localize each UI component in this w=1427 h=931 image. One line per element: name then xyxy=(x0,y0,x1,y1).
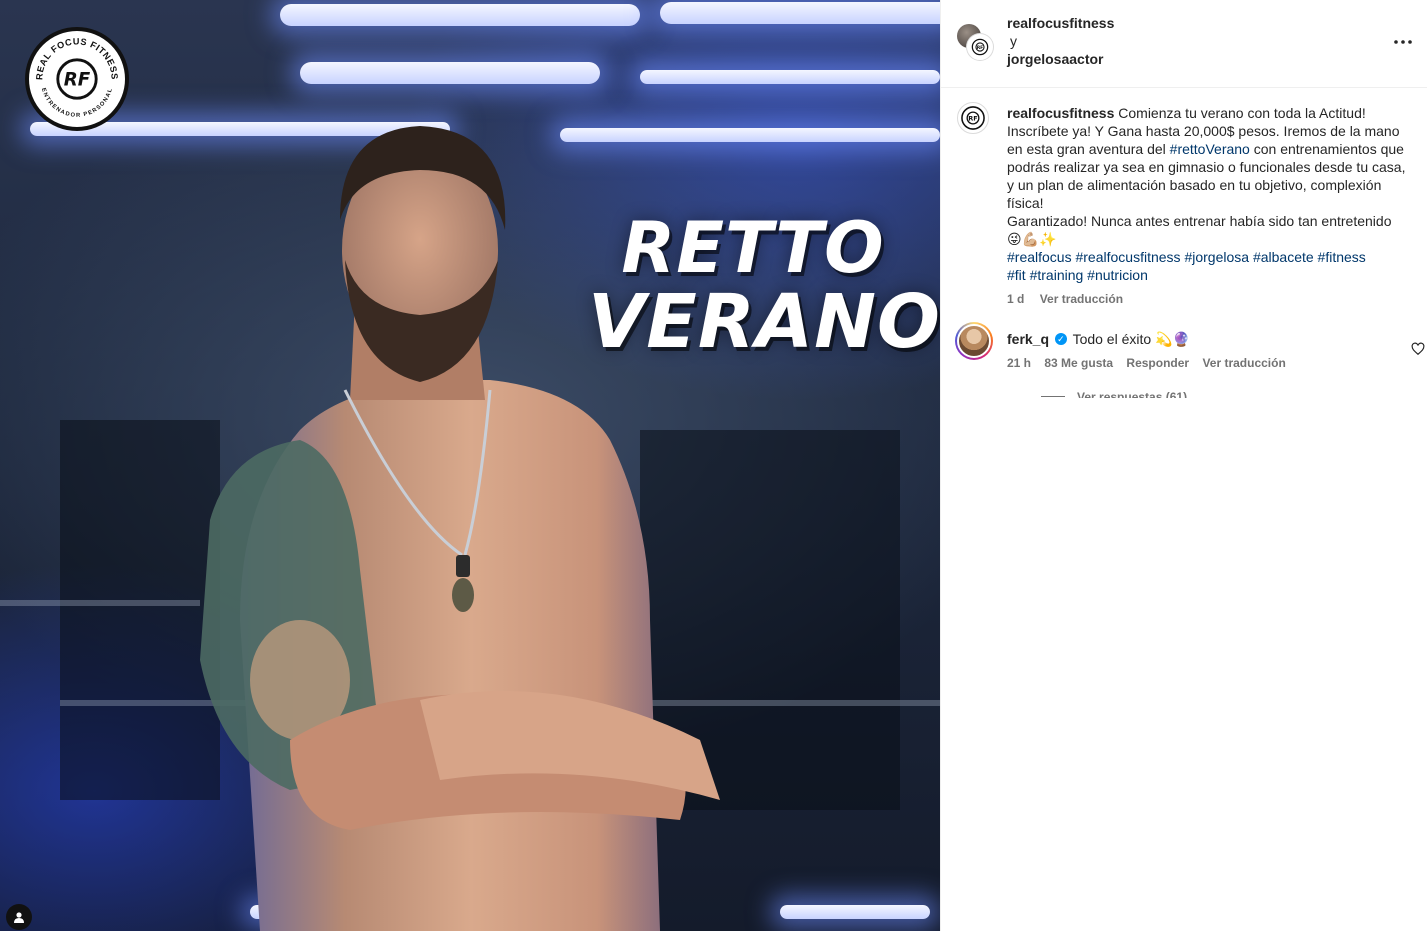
commenter-avatar[interactable] xyxy=(955,322,993,360)
reply-button[interactable]: Responder xyxy=(1126,356,1189,370)
caption-block: realfocusfitness Comienza tu verano con … xyxy=(941,88,1427,306)
view-replies-label: Ver respuestas (61) xyxy=(1077,390,1188,398)
post-authors: realfocusfitness y jorgelosaactor xyxy=(1007,14,1114,68)
headline-line-2: VERANO xyxy=(588,279,940,365)
caption-meta: 1 d Ver traducción xyxy=(1007,292,1411,306)
comment-text: Todo el éxito xyxy=(1072,331,1152,347)
user-icon xyxy=(14,912,24,923)
caption-emojis: 😜💪🏼✨ xyxy=(1007,231,1057,247)
logo-monogram: RF xyxy=(977,45,984,51)
replies-divider xyxy=(1041,396,1065,397)
tagged-users-button[interactable] xyxy=(6,904,32,930)
hashtag-link[interactable]: #jorgelosa xyxy=(1184,249,1249,265)
comment-emojis: 💫🔮 xyxy=(1155,331,1190,347)
see-translation-button[interactable]: Ver traducción xyxy=(1202,356,1285,370)
post-header: RF realfocusfitness y jorgelosaactor xyxy=(941,0,1427,88)
ceiling-light xyxy=(640,70,940,84)
commenter-username-link[interactable]: ferk_q xyxy=(1007,331,1049,347)
ceiling-light xyxy=(660,2,940,24)
view-replies-button[interactable]: Ver respuestas (61) xyxy=(1041,390,1187,398)
headline-line-1: RETTO xyxy=(621,207,885,289)
comment-body: ferk_q ✓ Todo el éxito 💫🔮 xyxy=(1007,330,1427,348)
logo-ring-bottom: ENTRENADOR PERSONAL xyxy=(40,87,113,118)
post-image[interactable]: REAL FOCUS FITNESS ENTRENADOR PERSONAL R… xyxy=(0,0,940,931)
comment-likes-link[interactable]: 83 Me gusta xyxy=(1044,356,1113,370)
caption-text: Garantizado! Nunca antes entrenar había … xyxy=(1007,213,1392,229)
ceiling-light xyxy=(280,4,640,26)
collab-avatars[interactable]: RF xyxy=(957,24,993,60)
author-primary-link[interactable]: realfocusfitness xyxy=(1007,14,1114,32)
hashtag-link[interactable]: #fitness xyxy=(1318,249,1366,265)
hashtag-link[interactable]: #nutricion xyxy=(1087,267,1148,283)
ceiling-light xyxy=(300,62,600,84)
comment-item: ferk_q ✓ Todo el éxito 💫🔮 21 h 83 Me gus… xyxy=(941,322,1427,370)
post-timestamp[interactable]: 1 d xyxy=(1007,292,1024,306)
more-options-button[interactable] xyxy=(1389,30,1417,54)
post-caption: realfocusfitness Comienza tu verano con … xyxy=(1007,104,1407,284)
hashtag-link[interactable]: #realfocusfitness xyxy=(1075,249,1180,265)
brand-logo-mini: RF xyxy=(971,38,989,56)
hashtag-link[interactable]: #training xyxy=(1030,267,1084,283)
promo-headline: RETTO VERANO xyxy=(588,207,940,365)
avatar xyxy=(957,324,991,358)
post-details-panel: RF realfocusfitness y jorgelosaactor RF … xyxy=(940,0,1427,931)
gym-equipment xyxy=(0,600,200,606)
logo-monogram: RF xyxy=(64,70,91,91)
brand-logo: REAL FOCUS FITNESS ENTRENADOR PERSONAL R… xyxy=(25,27,129,131)
floor-light xyxy=(780,905,930,919)
hashtag-link[interactable]: #albacete xyxy=(1253,249,1314,265)
hashtag-link[interactable]: #fit xyxy=(1007,267,1026,283)
see-translation-button[interactable]: Ver traducción xyxy=(1040,292,1123,306)
heart-outline-icon[interactable] xyxy=(1411,342,1425,356)
comment-timestamp[interactable]: 21 h xyxy=(1007,356,1031,370)
author-connector: y xyxy=(1010,33,1017,49)
comment-meta: 21 h 83 Me gusta Responder Ver traducció… xyxy=(1007,356,1427,370)
verified-badge-icon: ✓ xyxy=(1054,333,1067,346)
hashtag-link[interactable]: #realfocus xyxy=(1007,249,1072,265)
avatar: RF xyxy=(967,34,993,60)
author-secondary-link[interactable]: jorgelosaactor xyxy=(1007,50,1114,68)
hashtag-link[interactable]: #rettoVerano xyxy=(1170,141,1250,157)
more-horizontal-icon xyxy=(1394,40,1412,44)
caption-username-link[interactable]: realfocusfitness xyxy=(1007,105,1114,121)
svg-text:ENTRENADOR PERSONAL: ENTRENADOR PERSONAL xyxy=(40,87,114,118)
